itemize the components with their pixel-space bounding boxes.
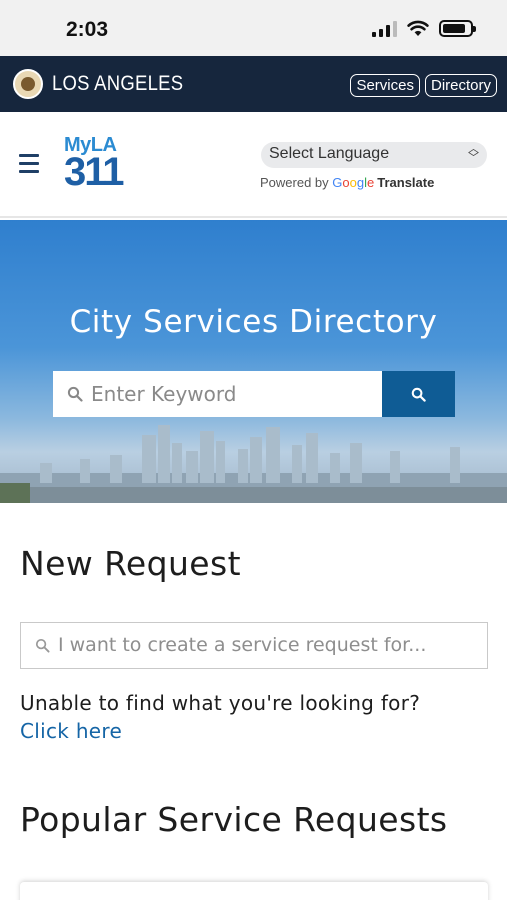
powered-by-label: Powered by — [260, 175, 329, 190]
popular-requests-heading: Popular Service Requests — [20, 800, 448, 839]
search-icon — [35, 638, 50, 653]
language-select[interactable]: Select Language ︿ ﹀ — [261, 142, 487, 168]
language-select-value: Select Language — [269, 145, 390, 162]
la-city-seal-icon — [13, 69, 43, 99]
status-bar: 2:03 — [0, 0, 507, 56]
battery-icon — [439, 20, 476, 37]
powered-by-google-translate: Powered by Google Translate — [260, 175, 434, 190]
logo-text-311: 311 — [64, 150, 125, 194]
help-text: Unable to find what you're looking for? … — [20, 689, 460, 745]
new-request-heading: New Request — [20, 544, 241, 583]
directory-link[interactable]: Directory — [424, 74, 497, 97]
help-text-label: Unable to find what you're looking for? — [20, 691, 421, 715]
select-arrows-icon: ︿ ﹀ — [468, 143, 479, 164]
google-logo: Google — [332, 175, 375, 190]
hamburger-menu-icon[interactable] — [19, 154, 39, 178]
service-request-search-box — [20, 622, 488, 669]
signal-icon — [372, 20, 397, 37]
myla311-logo[interactable]: MyLA 311 — [64, 135, 134, 194]
service-request-input[interactable] — [58, 623, 483, 667]
hero-banner: City Services Directory — [0, 220, 507, 503]
wifi-icon — [407, 20, 429, 36]
status-icons — [372, 20, 476, 37]
site-header: MyLA 311 Select Language ︿ ﹀ Powered by G… — [0, 112, 507, 218]
translate-label: Translate — [377, 175, 435, 190]
status-time: 2:03 — [66, 18, 109, 41]
hero-title: City Services Directory — [69, 304, 438, 340]
search-button-icon — [411, 387, 426, 402]
city-title[interactable]: LOS ANGELES — [52, 72, 183, 96]
popular-request-card[interactable] — [20, 882, 488, 900]
keyword-search-box — [53, 371, 382, 417]
city-skyline-image — [0, 425, 507, 503]
click-here-link[interactable]: Click here — [20, 719, 122, 743]
city-banner: LOS ANGELES Services Directory — [0, 56, 507, 112]
keyword-search-input[interactable] — [91, 371, 376, 417]
search-button[interactable] — [382, 371, 455, 417]
services-link[interactable]: Services — [350, 74, 420, 97]
banner-links: Services Directory — [350, 74, 497, 97]
search-icon — [67, 386, 83, 402]
